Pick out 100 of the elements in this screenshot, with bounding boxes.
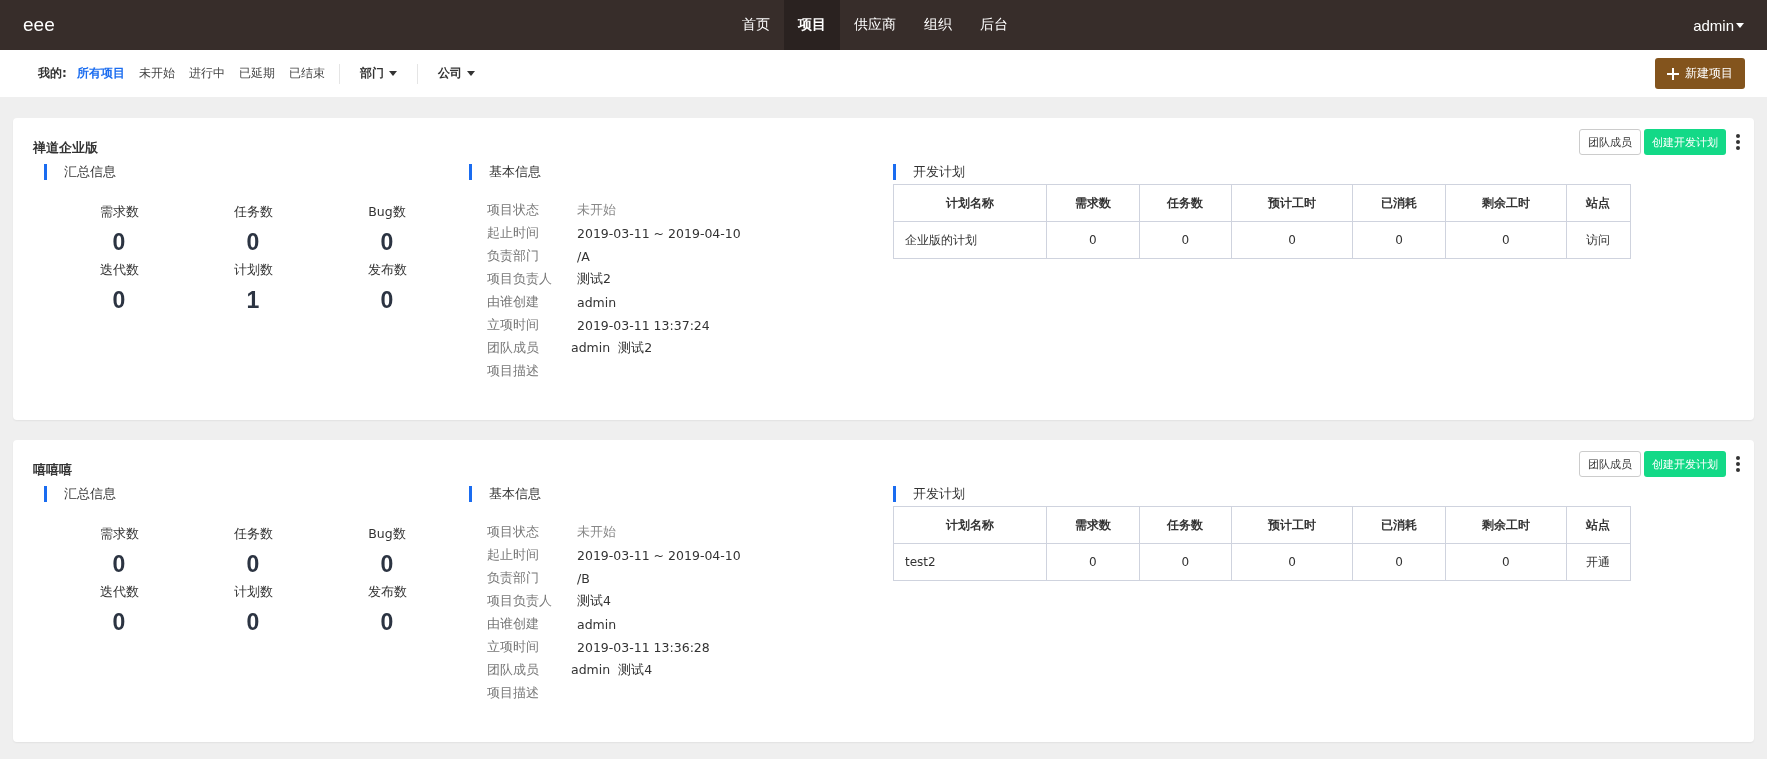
table-cell: 0: [1231, 543, 1353, 581]
stat-label: Bug数: [368, 526, 406, 543]
info-value: 2019-03-11 ~ 2019-04-10: [577, 548, 741, 563]
team-members-button[interactable]: 团队成员: [1579, 451, 1641, 477]
nav-item[interactable]: 后台: [966, 0, 1022, 50]
stat-label: 迭代数: [99, 584, 139, 601]
column-header: 计划名称: [893, 506, 1047, 544]
info-label: 起止时间: [487, 547, 540, 564]
nav-item[interactable]: 组织: [910, 0, 966, 50]
column-header: 需求数: [1046, 506, 1140, 544]
plus-icon: [1667, 67, 1679, 80]
caret-icon: [1736, 22, 1744, 28]
site-link[interactable]: 开通: [1586, 554, 1611, 569]
table-cell: 0: [1445, 221, 1567, 259]
stat-label: 迭代数: [99, 262, 139, 279]
stat-label: 需求数: [99, 204, 139, 221]
info-label: 由谁创建: [487, 294, 540, 311]
nav-item[interactable]: 供应商: [840, 0, 910, 50]
column-header: 任务数: [1139, 184, 1232, 222]
info-value: 未开始: [577, 202, 616, 219]
brand-logo[interactable]: eee: [23, 14, 55, 36]
stat-value: 0: [380, 551, 394, 578]
info-value: 未开始: [577, 524, 616, 541]
member-name: admin: [571, 662, 611, 679]
filter-tab[interactable]: 未开始: [138, 65, 175, 82]
stat-label: 任务数: [233, 204, 273, 221]
info-label: 项目状态: [487, 202, 540, 219]
member-name: 测试4: [618, 662, 653, 679]
info-label: 项目描述: [487, 363, 540, 380]
stat-value: 0: [246, 609, 260, 636]
column-header: 预计工时: [1231, 184, 1353, 222]
info-value: 测试4: [577, 593, 611, 610]
table-cell: 0: [1231, 221, 1353, 259]
column-header: 任务数: [1139, 506, 1232, 544]
info-label: 立项时间: [487, 317, 540, 334]
new-project-button[interactable]: 新建项目: [1655, 58, 1745, 89]
more-icon[interactable]: [1736, 456, 1740, 472]
stat-label: 计划数: [233, 262, 273, 279]
stat-value: 0: [112, 287, 126, 314]
table-cell: 0: [1352, 221, 1446, 259]
info-label: 项目负责人: [487, 271, 553, 288]
section-title: 开发计划: [913, 163, 965, 181]
project-title: 禅道企业版: [33, 139, 98, 157]
table-cell: 0: [1046, 221, 1140, 259]
info-value: 2019-03-11 13:37:24: [577, 318, 710, 333]
info-value: 测试2: [577, 271, 611, 288]
team-members-button[interactable]: 团队成员: [1579, 129, 1641, 155]
caret-icon: [388, 71, 397, 76]
filter-dropdown[interactable]: 部门: [359, 65, 397, 82]
table-cell: 企业版的计划: [893, 221, 1047, 259]
filter-tab[interactable]: 进行中: [188, 65, 225, 82]
stat-label: 发布数: [367, 584, 407, 601]
info-value: /A: [577, 249, 590, 264]
table-cell: 0: [1445, 543, 1567, 581]
stat-value: 1: [246, 287, 260, 314]
stat-value: 0: [380, 609, 394, 636]
info-label: 项目描述: [487, 685, 540, 702]
stat-label: 发布数: [367, 262, 407, 279]
info-value: admin: [577, 617, 617, 632]
filter-tab[interactable]: 已结束: [288, 65, 325, 82]
site-link[interactable]: 访问: [1586, 232, 1611, 247]
member-name: admin: [571, 340, 611, 357]
section-title: 汇总信息: [64, 163, 116, 181]
section-title: 开发计划: [913, 485, 965, 503]
filter-tab[interactable]: 已延期: [238, 65, 275, 82]
member-name: 测试2: [618, 340, 653, 357]
filter-tab[interactable]: 所有项目: [76, 65, 125, 82]
stat-label: 需求数: [99, 526, 139, 543]
section-title: 基本信息: [489, 485, 541, 503]
nav-item[interactable]: 项目: [784, 0, 840, 50]
table-cell: 0: [1352, 543, 1446, 581]
info-label: 项目负责人: [487, 593, 553, 610]
section-title: 基本信息: [489, 163, 541, 181]
column-header: 已消耗: [1352, 506, 1446, 544]
table-cell: 0: [1139, 543, 1232, 581]
column-header: 站点: [1566, 506, 1631, 544]
stat-label: 任务数: [233, 526, 273, 543]
filter-dropdown[interactable]: 公司: [437, 65, 475, 82]
info-label: 由谁创建: [487, 616, 540, 633]
column-header: 预计工时: [1231, 506, 1353, 544]
info-label: 起止时间: [487, 225, 540, 242]
stat-label: Bug数: [368, 204, 406, 221]
info-value: /B: [577, 571, 590, 586]
table-cell: 0: [1139, 221, 1232, 259]
info-value: admin: [577, 295, 617, 310]
project-title: 嘻嘻嘻: [33, 461, 72, 479]
stat-value: 0: [112, 229, 126, 256]
more-icon[interactable]: [1736, 134, 1740, 150]
stat-value: 0: [380, 229, 394, 256]
info-value: 2019-03-11 ~ 2019-04-10: [577, 226, 741, 241]
user-menu[interactable]: admin: [1693, 16, 1744, 34]
stat-value: 0: [246, 229, 260, 256]
stat-value: 0: [112, 609, 126, 636]
nav-item[interactable]: 首页: [728, 0, 784, 50]
stat-value: 0: [112, 551, 126, 578]
column-header: 需求数: [1046, 184, 1140, 222]
caret-icon: [466, 71, 475, 76]
info-label: 项目状态: [487, 524, 540, 541]
info-label: 立项时间: [487, 639, 540, 656]
stat-value: 0: [246, 551, 260, 578]
